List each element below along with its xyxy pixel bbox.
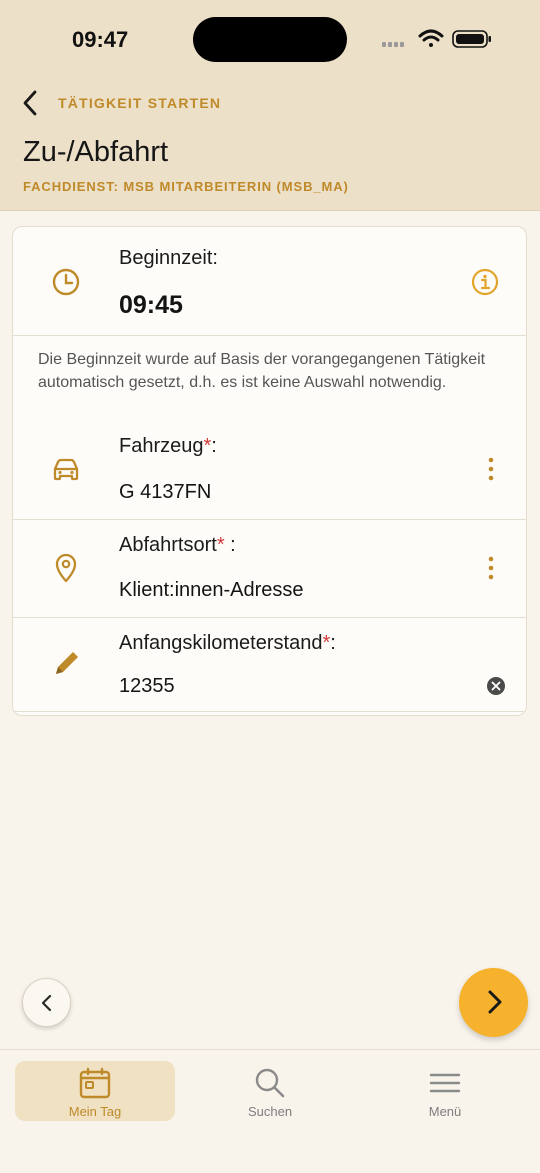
vehicle-label: Fahrzeug*: (119, 435, 217, 457)
back-button[interactable]: TÄTIGKEIT STARTEN (18, 86, 221, 120)
next-step-button[interactable] (459, 968, 528, 1037)
divider (13, 711, 526, 712)
dynamic-island (193, 17, 347, 62)
tab-label: Menü (428, 1104, 462, 1119)
wifi-icon (418, 29, 444, 47)
activity-form-card: Beginnzeit: 09:45 Die Beginnzeit wurde a… (12, 226, 527, 716)
vehicle-row[interactable]: Fahrzeug*: G 4137FN (13, 419, 526, 519)
odometer-label: Anfangskilometerstand*: (119, 632, 336, 654)
info-icon[interactable] (471, 268, 499, 296)
page-subtitle: FACHDIENST: MSB MITARBEITERIN (MSB_MA) (23, 179, 349, 194)
vehicle-value: G 4137FN (119, 481, 212, 503)
departure-label: Abfahrtsort* : (119, 534, 236, 556)
start-time-value: 09:45 (119, 291, 183, 319)
chevron-left-icon (41, 994, 52, 1012)
start-time-note: Die Beginnzeit wurde auf Basis der voran… (38, 351, 486, 391)
more-options-icon[interactable] (481, 454, 501, 484)
back-label: TÄTIGKEIT STARTEN (58, 95, 222, 111)
tab-suchen[interactable]: Suchen (190, 1061, 350, 1121)
tab-menue[interactable]: Menü (365, 1061, 525, 1121)
status-icons (382, 29, 491, 48)
menu-icon (429, 1073, 461, 1093)
tab-bar: Mein Tag Suchen Menü (0, 1049, 540, 1173)
page-title: Zu-/Abfahrt (23, 136, 169, 168)
odometer-row[interactable]: Anfangskilometerstand*: 12355 (13, 617, 526, 711)
signal-icon (382, 42, 404, 47)
calendar-icon (79, 1067, 111, 1099)
chevron-right-icon (488, 990, 502, 1014)
status-time: 09:47 (72, 27, 129, 52)
car-icon (53, 458, 79, 481)
tab-label: Suchen (247, 1104, 293, 1119)
chevron-left-icon (23, 90, 37, 116)
clear-icon[interactable] (486, 676, 506, 696)
odometer-input[interactable]: 12355 (119, 675, 175, 698)
battery-icon (452, 30, 491, 48)
more-options-icon[interactable] (481, 553, 501, 583)
departure-row[interactable]: Abfahrtsort* : Klient:innen-Adresse (13, 519, 526, 617)
header: 09:47 TÄTIGKEIT STARTEN Zu-/Abfahrt FACH… (0, 0, 540, 211)
start-time-row: Beginnzeit: 09:45 (13, 227, 526, 335)
departure-value: Klient:innen-Adresse (119, 579, 304, 601)
tab-mein-tag[interactable]: Mein Tag (15, 1061, 175, 1121)
location-pin-icon (55, 553, 77, 583)
start-time-label: Beginnzeit: (119, 247, 218, 269)
search-icon (255, 1068, 285, 1098)
previous-step-button[interactable] (22, 978, 71, 1027)
divider (13, 335, 526, 336)
tab-label: Mein Tag (68, 1104, 122, 1119)
clock-icon (52, 268, 80, 296)
pencil-icon (56, 652, 78, 674)
